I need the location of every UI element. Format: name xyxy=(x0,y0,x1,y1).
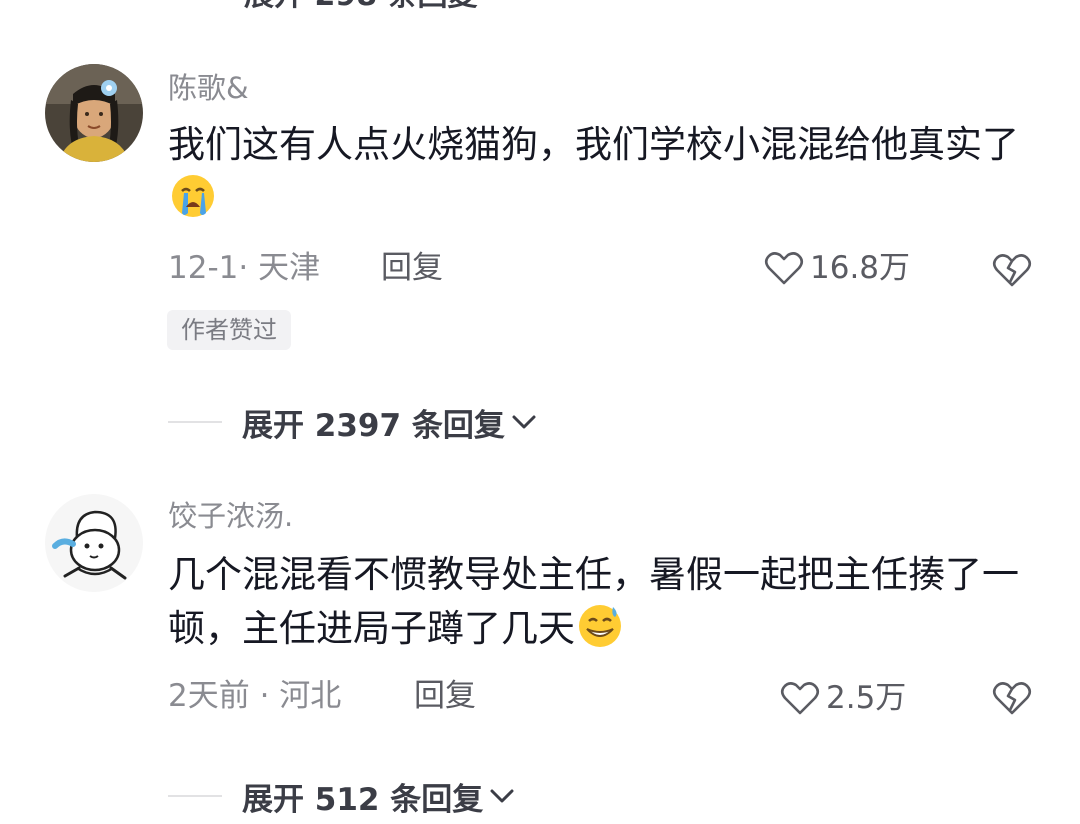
comment-text: 我们这有人点火烧猫狗，我们学校小混混给他真实了 xyxy=(168,118,1028,226)
like-button[interactable]: 2.5万 xyxy=(780,678,906,718)
reply-button[interactable]: 回复 xyxy=(381,248,443,288)
crying-face-emoji xyxy=(172,175,214,217)
like-count: 2.5万 xyxy=(826,680,907,716)
divider xyxy=(168,795,222,797)
avatar[interactable] xyxy=(45,64,143,162)
comment-body: 我们这有人点火烧猫狗，我们学校小混混给他真实了 xyxy=(168,123,1019,166)
divider xyxy=(168,421,222,423)
author-liked-badge: 作者赞过 xyxy=(167,310,291,350)
comment-username[interactable]: 饺子浓汤. xyxy=(168,496,293,536)
heart-outline-icon xyxy=(764,252,804,285)
comment-text: 几个混混看不惯教导处主任，暑假一起把主任揍了一顿，主任进局子蹲了几天 xyxy=(168,548,1028,656)
previous-expand-replies-button[interactable]: 展开 298 条回复 xyxy=(244,0,478,14)
expand-replies-button[interactable]: 展开 2397 条回复 xyxy=(168,400,539,444)
comment-meta: 12-1· 天津 xyxy=(168,250,321,286)
like-count: 16.8万 xyxy=(810,250,911,286)
grinning-sweat-face-emoji xyxy=(579,605,621,647)
broken-heart-icon[interactable] xyxy=(992,678,1032,718)
chevron-down-icon xyxy=(512,415,536,429)
comment-meta: 2天前 · 河北 xyxy=(168,678,342,714)
expand-replies-label: 展开 2397 条回复 xyxy=(242,407,505,444)
like-button[interactable]: 16.8万 xyxy=(764,248,910,288)
avatar[interactable] xyxy=(45,494,143,592)
expand-replies-label: 展开 512 条回复 xyxy=(242,781,484,818)
comment-username[interactable]: 陈歌& xyxy=(168,68,249,108)
expand-replies-button[interactable]: 展开 512 条回复 xyxy=(168,774,517,818)
reply-button[interactable]: 回复 xyxy=(414,676,476,716)
broken-heart-icon[interactable] xyxy=(992,250,1032,290)
chevron-down-icon xyxy=(490,789,514,803)
heart-outline-icon xyxy=(780,682,820,715)
previous-expand-replies-label: 展开 298 条回复 xyxy=(244,0,478,13)
